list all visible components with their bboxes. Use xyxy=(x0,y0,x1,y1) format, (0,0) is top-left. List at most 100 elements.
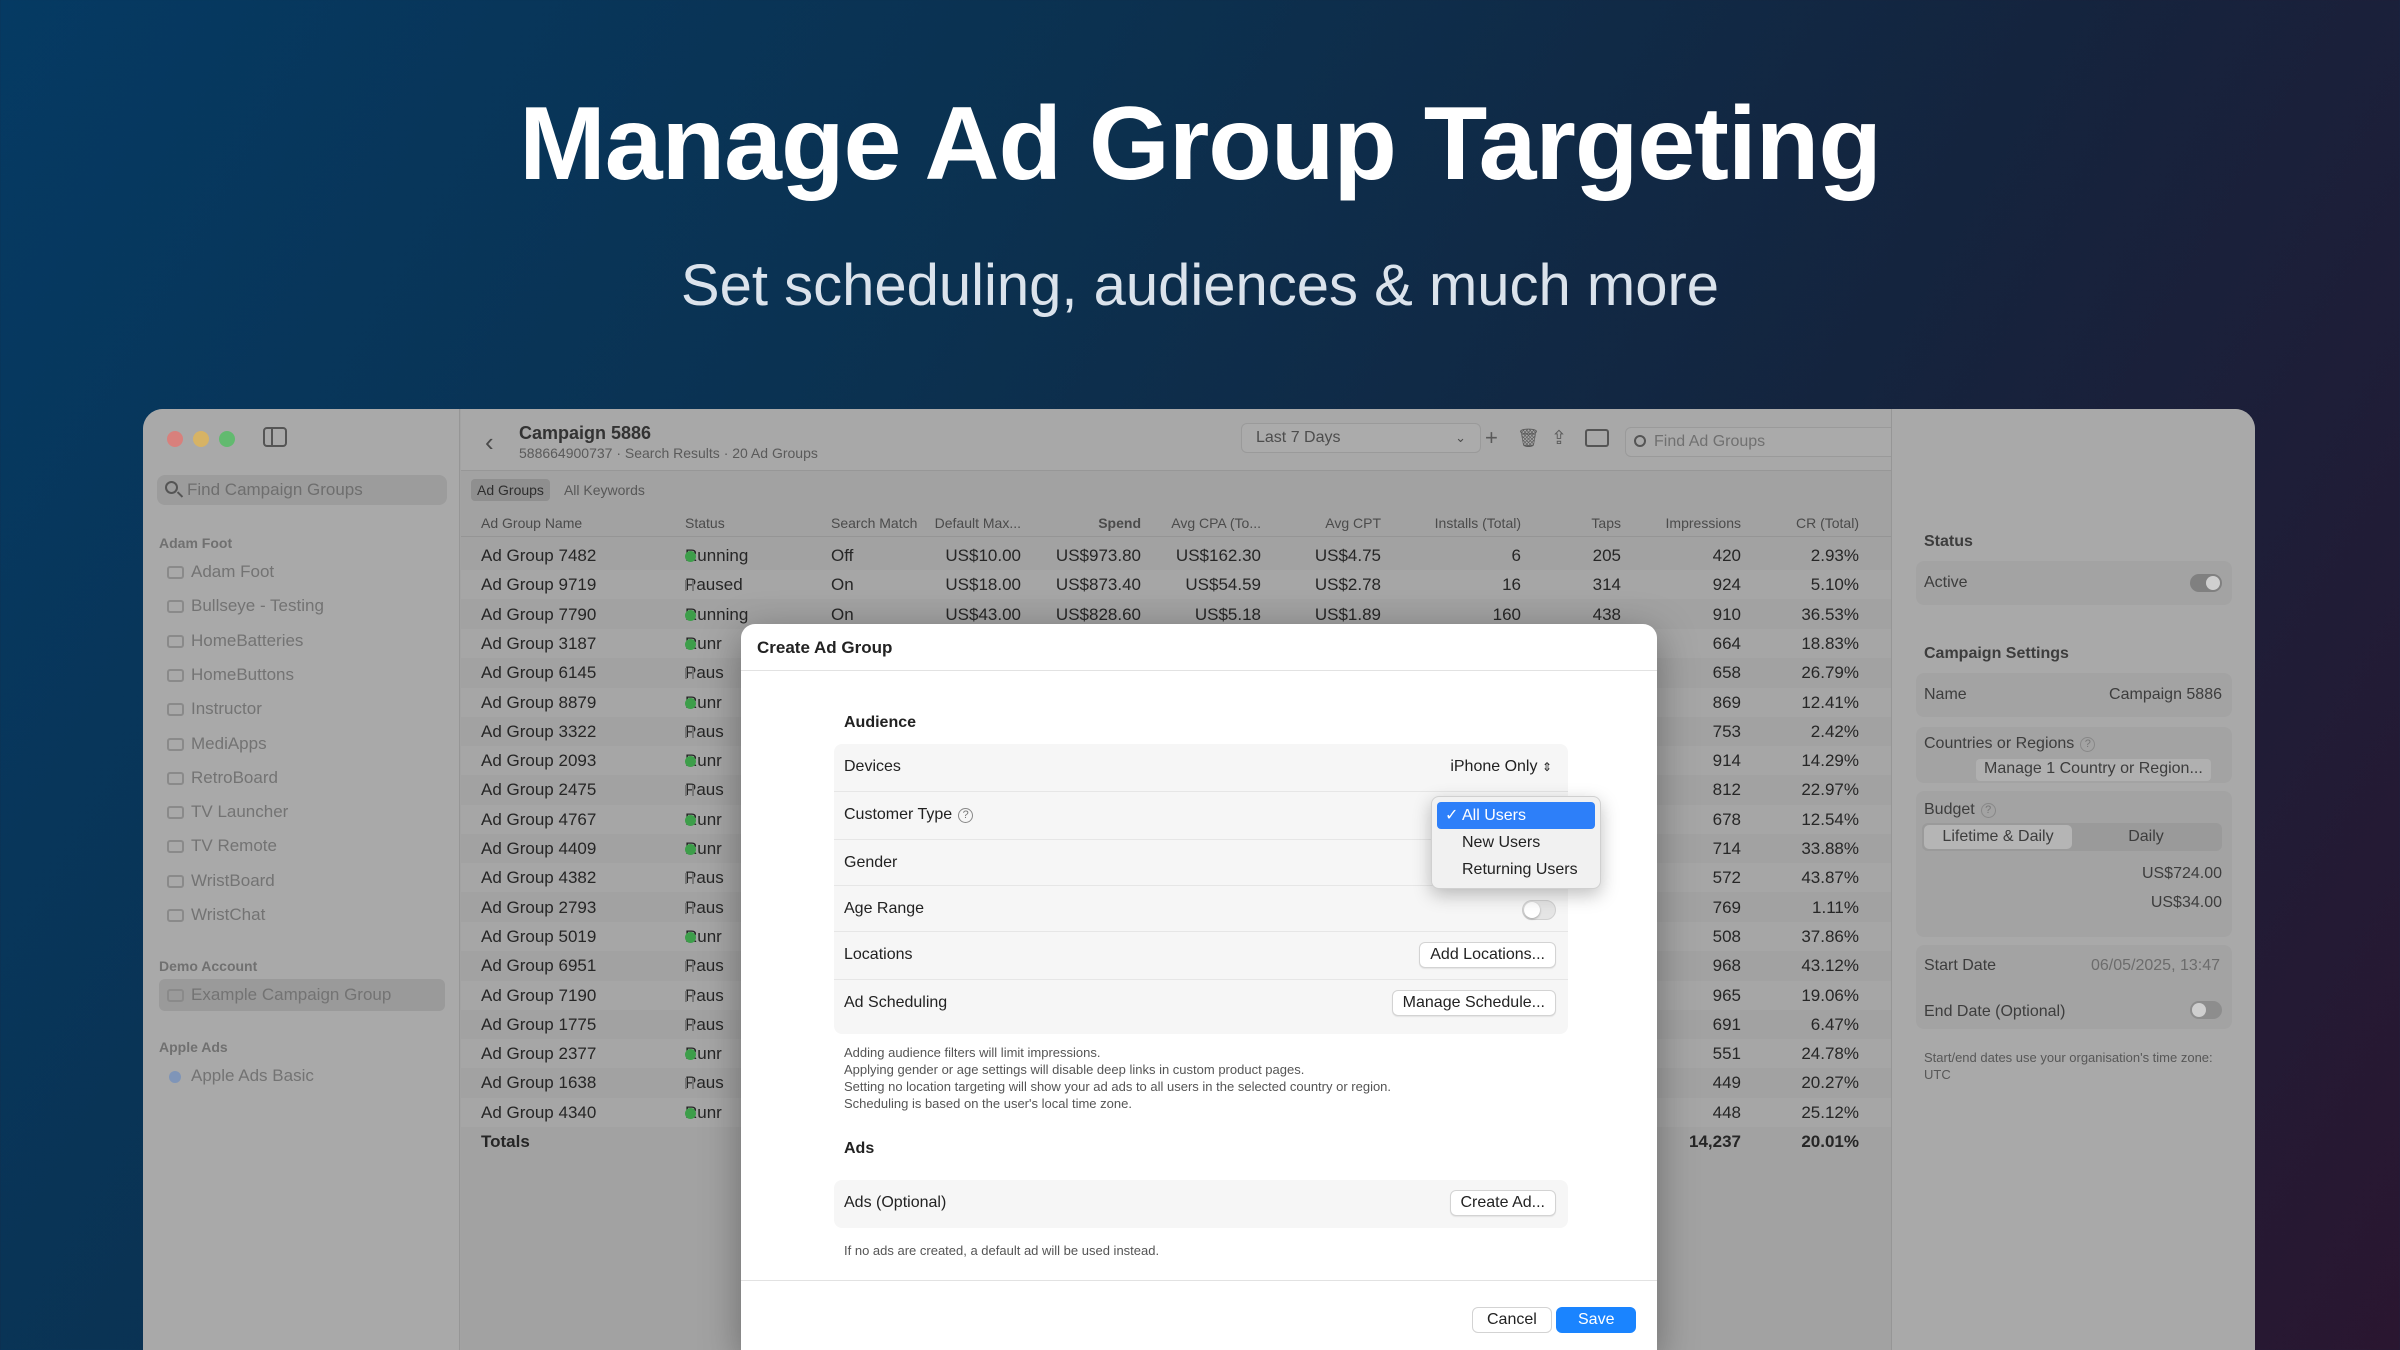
tab-all-keywords[interactable]: All Keywords xyxy=(558,479,651,501)
folder-icon xyxy=(167,566,184,579)
sidebar-item[interactable]: Adam Foot xyxy=(159,556,445,588)
segment-daily[interactable]: Daily xyxy=(2072,825,2220,849)
manage-schedule-button[interactable]: Manage Schedule... xyxy=(1391,990,1556,1016)
column-header[interactable]: CR (Total) xyxy=(1796,515,1859,531)
column-header[interactable]: Ad Group Name xyxy=(481,515,582,531)
cancel-button[interactable]: Cancel xyxy=(1472,1307,1552,1333)
name-label: Name xyxy=(1924,686,1967,703)
column-header[interactable]: Installs (Total) xyxy=(1435,515,1521,531)
table-cell: 33.88% xyxy=(1801,839,1859,858)
locations-label: Locations xyxy=(844,946,913,963)
sidebar-item[interactable]: HomeBatteries xyxy=(159,625,445,657)
table-cell: 25.12% xyxy=(1801,1102,1859,1122)
active-toggle[interactable] xyxy=(2190,574,2222,592)
sidebar-item[interactable]: HomeButtons xyxy=(159,659,445,691)
table-row[interactable]: Ad Group 9719 Paused On US$18.00 US$873.40 US… xyxy=(461,570,1891,600)
totals-cell: 20.01% xyxy=(1801,1132,1859,1151)
menu-item-new-users[interactable]: New Users xyxy=(1437,829,1595,856)
ads-label: Ads (Optional) xyxy=(844,1194,947,1211)
status-cell: Runr xyxy=(685,633,722,653)
trash-icon[interactable]: 🗑 xyxy=(1517,428,1540,449)
sidebar-item[interactable]: WristChat xyxy=(159,899,445,931)
sidebar-item[interactable]: Instructor xyxy=(159,693,445,725)
column-header[interactable]: Avg CPA (To... xyxy=(1171,515,1261,531)
inspector-panel: Status Active Campaign Settings Name Cam… xyxy=(1891,409,2255,1350)
folder-icon xyxy=(167,771,184,785)
status-cell: Paus xyxy=(685,1073,724,1093)
inspector-toggle-icon[interactable] xyxy=(1585,429,1609,447)
status-cell: Runr xyxy=(685,751,722,771)
age-range-row: Age Range xyxy=(834,886,1568,932)
column-header[interactable]: Search Match xyxy=(831,515,917,531)
column-header[interactable]: Status xyxy=(685,515,725,531)
help-icon[interactable]: ? xyxy=(1980,803,1996,818)
start-date-picker[interactable]: 06/05/2025, 13:47 xyxy=(2091,957,2220,975)
status-cell: Paus xyxy=(685,1014,724,1034)
folder-icon xyxy=(167,989,184,1003)
menu-item-all-users[interactable]: ✓ All Users xyxy=(1437,802,1595,829)
sidebar-item[interactable]: MediApps xyxy=(159,728,445,760)
table-cell: 664 xyxy=(1712,633,1741,653)
campaign-search-input[interactable]: Find Campaign Groups xyxy=(157,475,447,505)
sidebar-toggle-icon[interactable] xyxy=(263,427,287,447)
folder-icon xyxy=(167,737,184,751)
back-chevron-icon[interactable]: ‹ xyxy=(485,427,494,458)
up-down-chevron-icon: ⇕ xyxy=(1541,760,1552,774)
sidebar-item[interactable]: Bullseye - Testing xyxy=(159,590,445,622)
column-header[interactable]: Spend xyxy=(1098,515,1141,531)
column-header[interactable]: Default Max... xyxy=(935,515,1021,531)
segment-lifetime-daily[interactable]: Lifetime & Daily xyxy=(1924,825,2072,849)
column-header[interactable]: Taps xyxy=(1591,515,1621,531)
sidebar-item[interactable]: RetroBoard xyxy=(159,762,445,794)
table-cell: Off xyxy=(831,546,854,565)
sidebar-item[interactable]: Apple Ads Basic xyxy=(159,1060,445,1092)
sidebar-item[interactable]: WristBoard xyxy=(159,865,445,897)
add-locations-button[interactable]: Add Locations... xyxy=(1419,942,1556,968)
create-ad-button[interactable]: Create Ad... xyxy=(1449,1190,1556,1216)
table-cell: 691 xyxy=(1712,1014,1741,1034)
date-range-select[interactable]: Last 7 Days ⌄ xyxy=(1241,423,1481,453)
table-row[interactable]: Ad Group 7482 Running Off US$10.00 US$973.80… xyxy=(461,541,1891,570)
table-cell: 924 xyxy=(1712,575,1741,595)
close-button[interactable] xyxy=(167,431,183,447)
sidebar-item[interactable]: Example Campaign Group xyxy=(159,979,445,1012)
manage-countries-button[interactable]: Manage 1 Country or Region... xyxy=(1976,759,2211,781)
folder-icon xyxy=(167,909,184,922)
folder-icon xyxy=(167,668,184,682)
help-icon[interactable]: ? xyxy=(958,808,974,823)
devices-select[interactable]: iPhone Only ⇕ xyxy=(1450,758,1552,776)
table-cell: Ad Group 2377 xyxy=(481,1044,597,1064)
folder-icon xyxy=(167,806,184,820)
status-cell: Paus xyxy=(685,780,724,800)
zoom-button[interactable] xyxy=(219,431,235,447)
running-dot-icon xyxy=(685,551,696,562)
end-date-toggle[interactable] xyxy=(2190,1001,2222,1019)
name-value[interactable]: Campaign 5886 xyxy=(2109,686,2222,704)
table-cell: US$5.18 xyxy=(1194,604,1261,624)
add-icon[interactable]: + xyxy=(1485,425,1498,451)
menu-item-returning-users[interactable]: Returning Users xyxy=(1437,856,1595,883)
help-icon[interactable]: ? xyxy=(2080,737,2096,752)
save-button[interactable]: Save xyxy=(1556,1307,1637,1333)
table-cell: US$10.00 xyxy=(945,546,1021,565)
table-cell: 2.93% xyxy=(1810,546,1859,565)
column-header[interactable]: Avg CPT xyxy=(1325,515,1381,531)
table-cell: 26.79% xyxy=(1801,663,1859,683)
locations-row: Locations Add Locations... xyxy=(834,932,1568,980)
daily-budget-value[interactable]: US$34.00 xyxy=(2151,894,2222,912)
column-header[interactable]: Impressions xyxy=(1666,515,1741,531)
sidebar-item[interactable]: TV Remote xyxy=(159,830,445,862)
table-cell: 43.12% xyxy=(1801,956,1859,976)
pause-icon xyxy=(685,961,694,973)
devices-label: Devices xyxy=(844,758,901,775)
tab-ad-groups[interactable]: Ad Groups xyxy=(471,479,550,501)
age-range-toggle[interactable] xyxy=(1522,900,1556,920)
table-cell: 37.86% xyxy=(1801,926,1859,946)
share-icon[interactable]: ⇪ xyxy=(1551,427,1567,450)
minimize-button[interactable] xyxy=(193,431,209,447)
sidebar-item[interactable]: TV Launcher xyxy=(159,796,445,828)
dates-card: Start Date 06/05/2025, 13:47 End Date (O… xyxy=(1916,945,2232,1029)
table-cell: 205 xyxy=(1592,546,1621,565)
lifetime-budget-value[interactable]: US$724.00 xyxy=(2142,865,2222,883)
countries-card: Countries or Regions? Manage 1 Country o… xyxy=(1916,727,2232,783)
